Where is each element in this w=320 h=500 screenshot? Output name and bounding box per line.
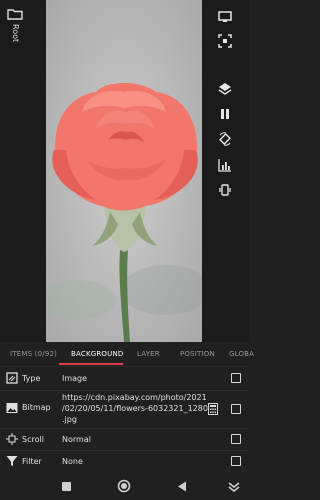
tab-items[interactable]: ITEMS (0/92) [10,350,57,358]
bitmap-url-line3: .jpg [62,415,77,424]
home-icon[interactable] [117,479,131,493]
system-nav-bar [0,472,249,500]
back-icon[interactable] [175,479,189,493]
filter-label: Filter [22,457,42,466]
bitmap-checkbox[interactable] [231,404,241,414]
image-preview [46,0,202,342]
tab-position[interactable]: POSITION [180,350,215,358]
vibrate-icon[interactable] [216,181,234,199]
scroll-icon [6,433,18,445]
app-root: Root ITEMS (0/92) BACKGROUND LAYER POSIT… [0,0,254,500]
scroll-label: Scroll [22,435,44,444]
scroll-value: Normal [62,435,91,444]
tab-layer[interactable]: LAYER [137,350,160,358]
rotate-icon[interactable] [216,130,234,148]
monitor-icon[interactable] [216,8,234,26]
row-bitmap[interactable]: Bitmap https://cdn.pixabay.com/photo/202… [0,390,249,429]
image-icon [6,403,18,413]
calculator-icon[interactable] [208,403,218,415]
bitmap-url-line2: /02/20/05/11/flowers-6032321_1280 [62,404,208,413]
type-icon [6,372,18,384]
tab-background[interactable]: BACKGROUND [71,350,124,358]
scroll-checkbox[interactable] [231,434,241,444]
pause-icon[interactable] [216,105,234,123]
active-tab-indicator [59,363,123,365]
filter-icon [6,456,18,466]
type-label: Type [22,374,41,383]
row-type[interactable]: Type Image [0,366,249,391]
row-scroll[interactable]: Scroll Normal [0,428,249,451]
root-label[interactable]: Root [2,24,20,64]
folder-icon[interactable] [7,8,23,20]
right-toolbar [202,0,249,342]
stop-icon[interactable] [59,479,73,493]
row-filter[interactable]: Filter None [0,450,249,473]
layers-icon[interactable] [216,80,234,98]
tab-bar: ITEMS (0/92) BACKGROUND LAYER POSITION G… [0,342,254,367]
bitmap-url-line1: https://cdn.pixabay.com/photo/2021 [62,393,207,402]
fullscreen-icon[interactable] [216,32,234,50]
type-checkbox[interactable] [231,373,241,383]
type-value: Image [62,374,88,383]
bitmap-label: Bitmap [22,403,51,412]
left-rail: Root [0,0,46,342]
rose-image [46,83,202,342]
filter-value: None [62,457,83,466]
chart-icon[interactable] [216,156,234,174]
filter-checkbox[interactable] [231,456,241,466]
chevron-down-icon[interactable] [227,479,241,493]
tab-global[interactable]: GLOBA [229,350,254,358]
